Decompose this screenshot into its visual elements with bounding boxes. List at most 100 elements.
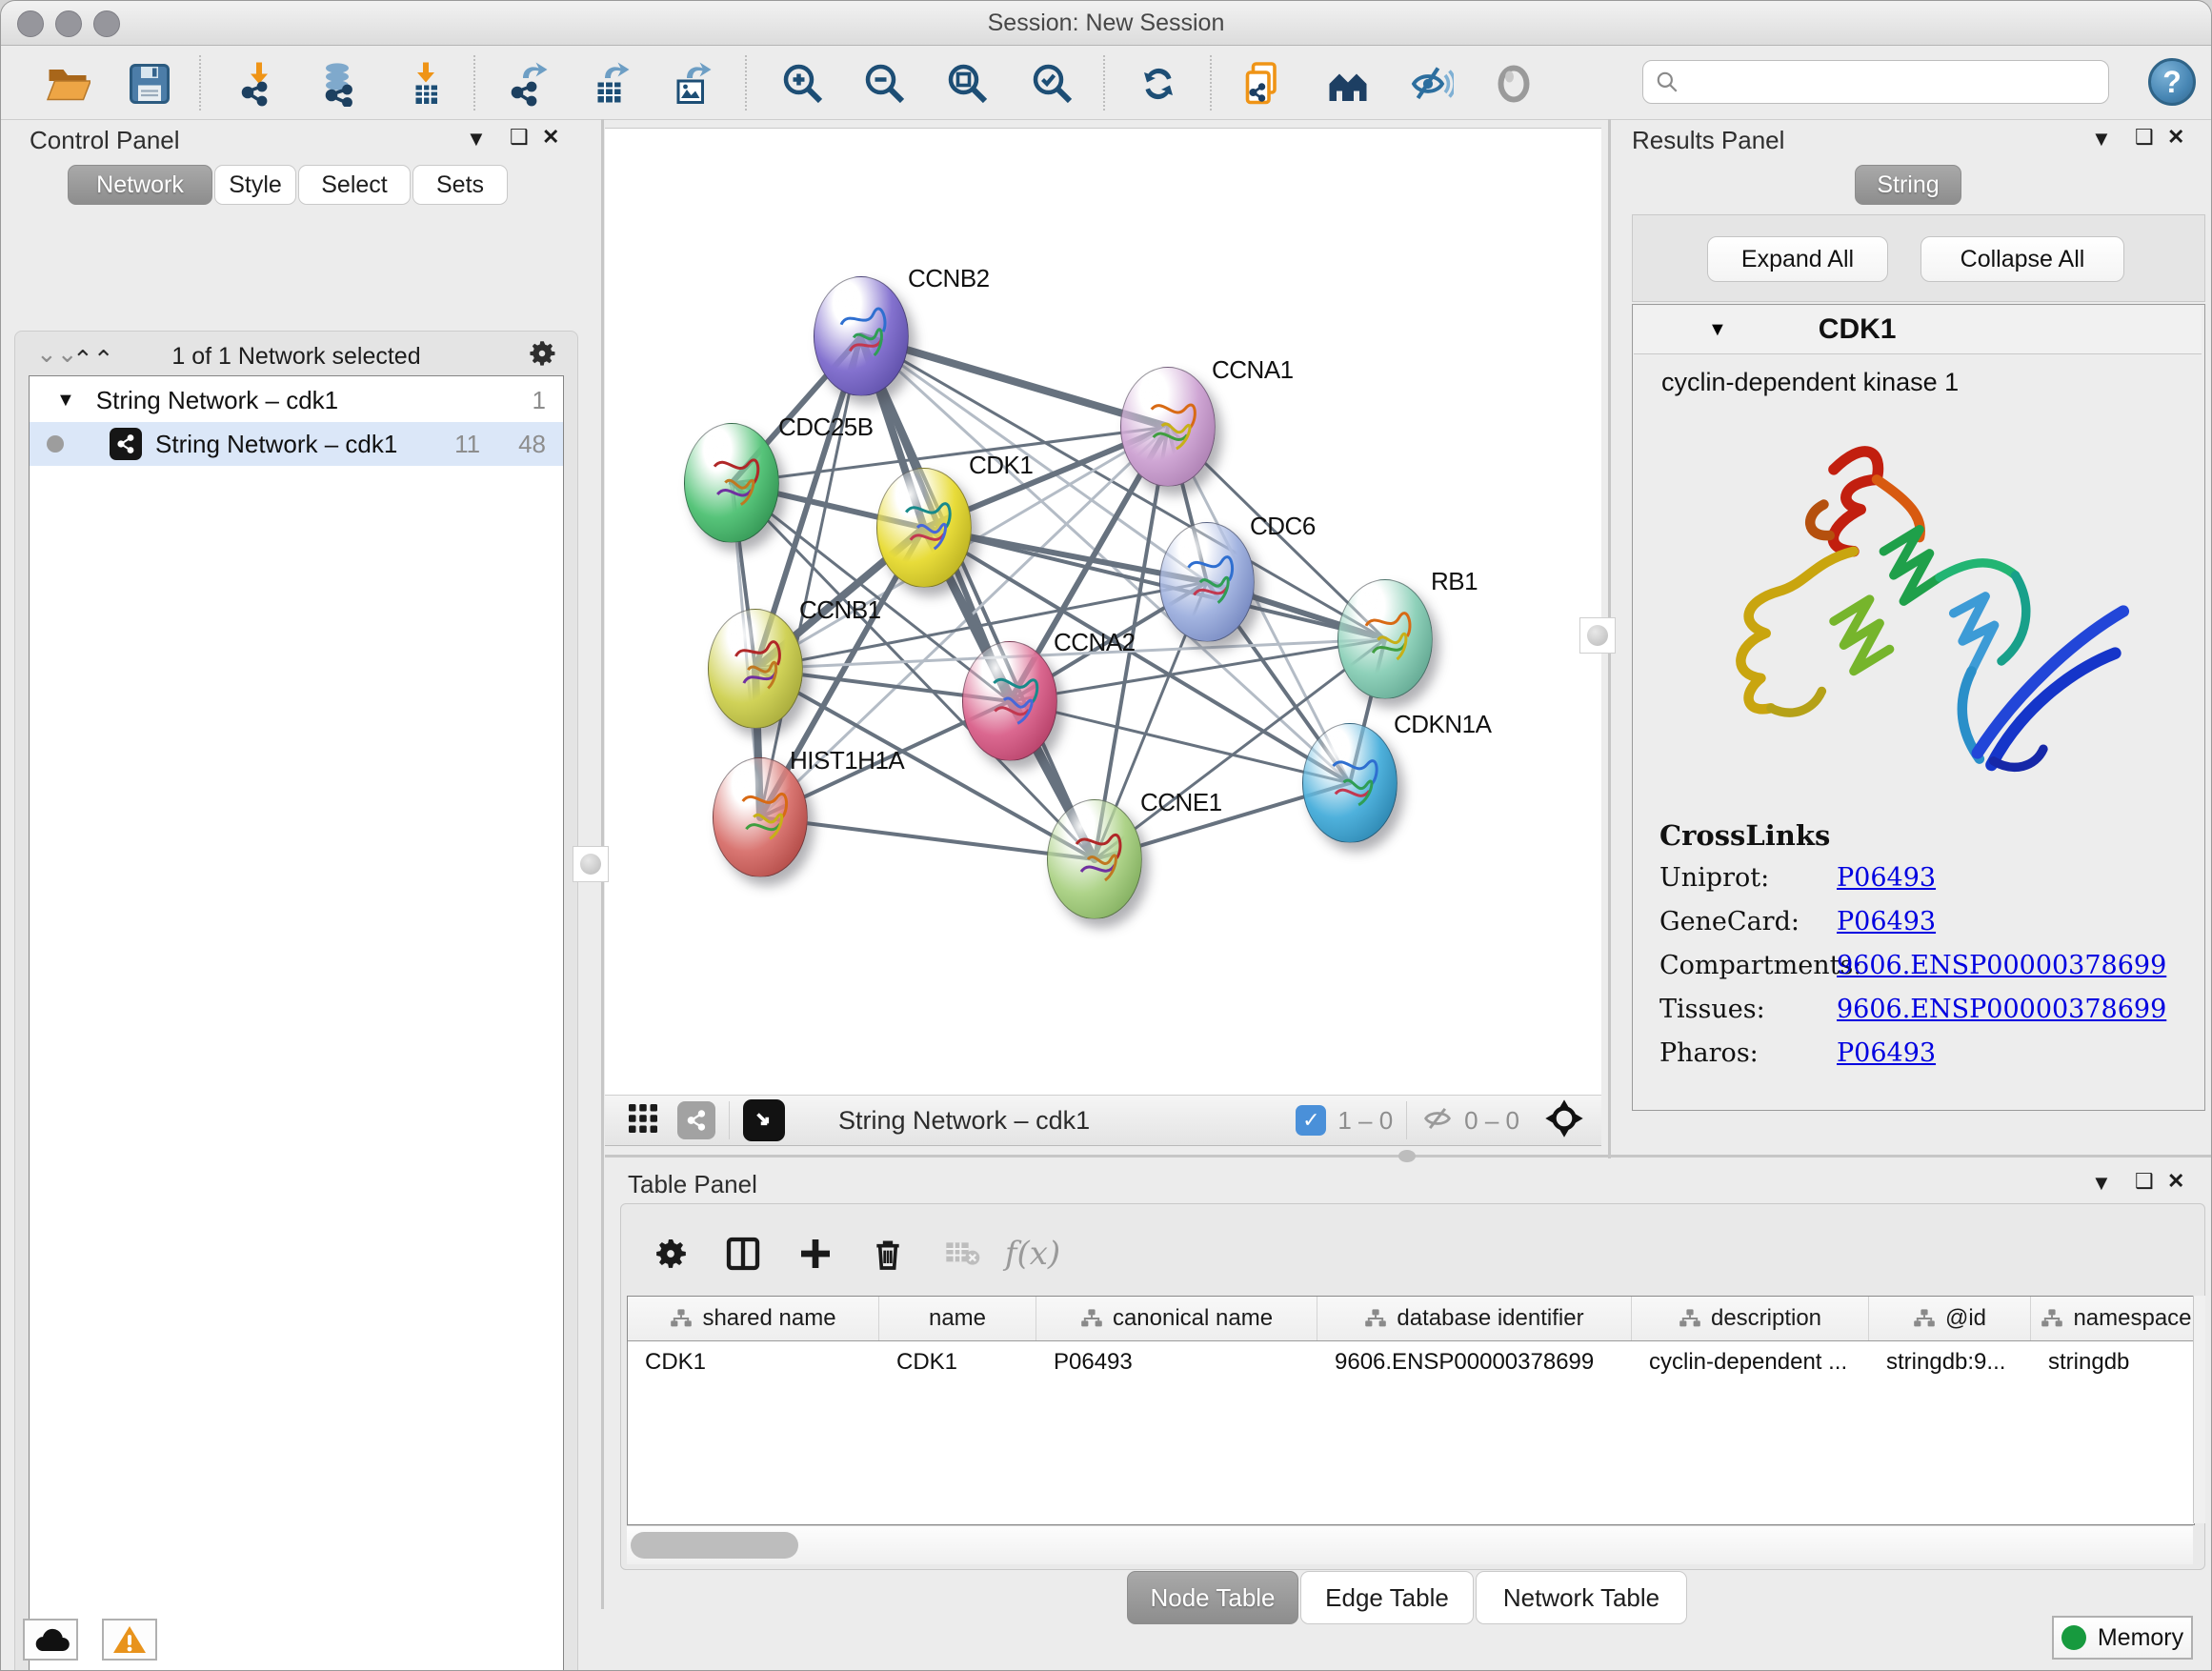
control-panel-menu-icon[interactable]: ▼	[466, 127, 487, 151]
table-vertical-scrollbar[interactable]	[2193, 1296, 2205, 1523]
tab-node-table[interactable]: Node Table	[1127, 1571, 1298, 1624]
left-divider-collapse-handle[interactable]	[573, 846, 609, 882]
network-options-gear-icon[interactable]	[526, 337, 558, 374]
column-header-name[interactable]: name	[879, 1297, 1036, 1340]
network-node-cdc6[interactable]	[1159, 522, 1255, 642]
network-collection-row[interactable]: ▼ String Network – cdk1 1	[30, 378, 563, 422]
collapse-all-button[interactable]: Collapse All	[1920, 236, 2124, 282]
cloud-status-button[interactable]	[23, 1619, 78, 1661]
network-row[interactable]: String Network – cdk1 11 48	[30, 422, 563, 466]
collection-expand-arrow-icon[interactable]: ▼	[56, 390, 75, 412]
crosslink-link[interactable]: P06493	[1837, 907, 1936, 936]
network-node-cdk1[interactable]	[876, 468, 972, 588]
column-header-shared-name[interactable]: shared name	[628, 1297, 879, 1340]
tab-string[interactable]: String	[1855, 165, 1961, 205]
bottom-divider-grip[interactable]	[1398, 1150, 1416, 1162]
save-session-icon[interactable]	[125, 59, 174, 109]
warning-status-button[interactable]	[102, 1619, 157, 1661]
add-column-icon[interactable]	[789, 1227, 842, 1280]
results-panel-close-icon[interactable]: ✕	[2167, 125, 2184, 150]
table-panel-float-icon[interactable]: ❑	[2135, 1169, 2154, 1194]
table-cell[interactable]: stringdb	[2031, 1341, 2195, 1383]
entry-collapse-arrow-icon[interactable]: ▼	[1708, 319, 1727, 341]
right-divider-collapse-handle[interactable]	[1579, 617, 1616, 654]
network-node-ccnb1[interactable]	[708, 609, 803, 729]
tab-select[interactable]: Select	[298, 165, 411, 205]
tab-network[interactable]: Network	[68, 165, 212, 205]
table-cell[interactable]: cyclin-dependent ...	[1632, 1341, 1869, 1383]
table-panel-close-icon[interactable]: ✕	[2167, 1169, 2184, 1194]
network-node-ccna2[interactable]	[962, 641, 1057, 761]
control-panel-close-icon[interactable]: ✕	[542, 125, 559, 150]
grid-view-icon[interactable]	[626, 1101, 660, 1140]
birdseye-crosshair-icon[interactable]	[1544, 1098, 1584, 1143]
control-panel-float-icon[interactable]: ❑	[510, 125, 529, 150]
column-header-database-identifier[interactable]: database identifier	[1317, 1297, 1632, 1340]
crosslink-link[interactable]: P06493	[1837, 863, 1936, 893]
network-node-ccne1[interactable]	[1047, 799, 1142, 919]
results-panel-float-icon[interactable]: ❑	[2135, 125, 2154, 150]
hide-selected-eye-icon[interactable]	[1406, 59, 1456, 109]
import-table-file-icon[interactable]	[401, 59, 451, 109]
delete-column-trash-icon[interactable]	[861, 1227, 915, 1280]
horizontal-scrollbar-thumb[interactable]	[631, 1532, 798, 1559]
table-row[interactable]: CDK1CDK1P064939606.ENSP00000378699cyclin…	[628, 1341, 2194, 1383]
table-panel-menu-icon[interactable]: ▼	[2091, 1171, 2112, 1196]
show-all-eye-icon[interactable]	[1489, 59, 1538, 109]
column-header--id[interactable]: @id	[1869, 1297, 2031, 1340]
column-header-canonical-name[interactable]: canonical name	[1036, 1297, 1317, 1340]
network-edge[interactable]	[861, 336, 1095, 859]
import-network-database-icon[interactable]	[315, 59, 365, 109]
memory-button[interactable]: Memory	[2052, 1616, 2193, 1660]
export-table-icon[interactable]	[586, 59, 635, 109]
zoom-out-icon[interactable]	[860, 59, 910, 109]
export-network-icon[interactable]	[504, 59, 553, 109]
zoom-fit-icon[interactable]	[943, 59, 993, 109]
table-cell[interactable]: CDK1	[879, 1341, 1036, 1383]
network-canvas[interactable]: CCNB2CCNA1CDC25BCDK1CDC6RB1CCNB1CCNA2CDK…	[605, 128, 1601, 1096]
selected-nodes-checkbox-icon[interactable]: ✓	[1296, 1105, 1326, 1136]
network-edge[interactable]	[760, 817, 1095, 859]
network-node-cdkn1a[interactable]	[1302, 723, 1398, 843]
show-columns-icon[interactable]	[716, 1227, 770, 1280]
table-options-gear-icon[interactable]	[644, 1227, 697, 1280]
function-builder-icon[interactable]: f(x)	[1006, 1227, 1059, 1280]
network-node-cdc25b[interactable]	[684, 423, 779, 543]
help-button[interactable]: ?	[2148, 58, 2196, 106]
network-node-ccnb2[interactable]	[814, 276, 909, 396]
network-node-ccna1[interactable]	[1120, 367, 1216, 487]
table-cell[interactable]: stringdb:9...	[1869, 1341, 2031, 1383]
table-cell[interactable]: 9606.ENSP00000378699	[1317, 1341, 1632, 1383]
copy-network-documents-icon[interactable]	[1238, 59, 1288, 109]
network-badge-icon[interactable]	[677, 1101, 715, 1139]
crosslink-link[interactable]: 9606.ENSP00000378699	[1837, 995, 2166, 1024]
zoom-in-icon[interactable]	[778, 59, 828, 109]
entry-description: cyclin-dependent kinase 1	[1661, 368, 1959, 397]
column-header-description[interactable]: description	[1632, 1297, 1869, 1340]
tab-sets[interactable]: Sets	[412, 165, 508, 205]
expand-all-button[interactable]: Expand All	[1707, 236, 1888, 282]
table-cell[interactable]: P06493	[1036, 1341, 1317, 1383]
delete-table-icon[interactable]	[935, 1227, 989, 1280]
tab-edge-table[interactable]: Edge Table	[1300, 1571, 1474, 1624]
zoom-selected-icon[interactable]	[1028, 59, 1077, 109]
network-node-rb1[interactable]	[1337, 579, 1433, 699]
tab-style[interactable]: Style	[214, 165, 296, 205]
first-neighbors-icon[interactable]	[1323, 59, 1373, 109]
table-cell[interactable]: CDK1	[628, 1341, 879, 1383]
hidden-eye-icon[interactable]	[1420, 1101, 1455, 1140]
import-network-file-icon[interactable]	[234, 59, 284, 109]
crosslink-link[interactable]: P06493	[1837, 1038, 1936, 1068]
apply-layout-icon[interactable]	[1134, 59, 1183, 109]
detach-view-icon[interactable]	[743, 1099, 785, 1141]
export-image-icon[interactable]	[668, 59, 717, 109]
results-entry-header[interactable]: ▼ CDK1	[1634, 306, 2202, 354]
search-input[interactable]	[1687, 68, 2108, 96]
crosslink-link[interactable]: 9606.ENSP00000378699	[1837, 951, 2166, 980]
tab-network-table[interactable]: Network Table	[1476, 1571, 1687, 1624]
column-header-namespace[interactable]: namespace	[2031, 1297, 2195, 1340]
network-node-count: 11	[454, 430, 480, 459]
results-panel-menu-icon[interactable]: ▼	[2091, 127, 2112, 151]
open-session-icon[interactable]	[43, 59, 92, 109]
main-toolbar: ?	[1, 46, 2211, 120]
